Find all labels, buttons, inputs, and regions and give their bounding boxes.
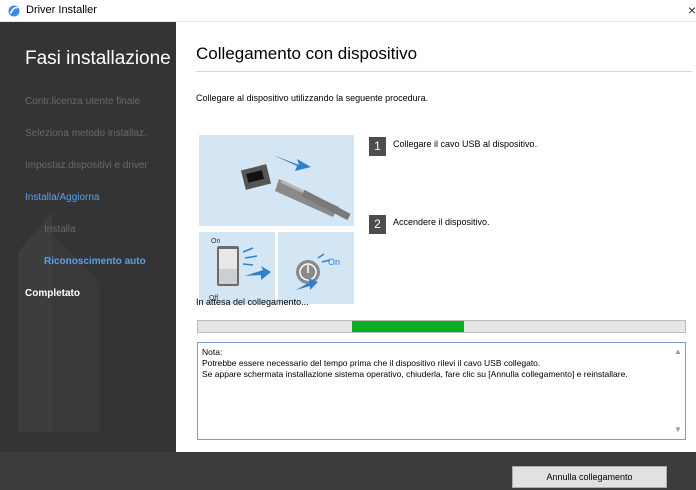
step-badge-1: 1 bbox=[369, 137, 386, 156]
window-title: Driver Installer bbox=[26, 4, 97, 16]
title-divider bbox=[196, 71, 692, 72]
scroll-up-icon[interactable]: ▲ bbox=[671, 345, 685, 359]
connection-progress-bar bbox=[197, 320, 686, 333]
note-text: Nota: Potrebbe essere necessario del tem… bbox=[202, 347, 667, 380]
cancel-connection-button[interactable]: Annulla collegamento bbox=[512, 466, 667, 488]
note-line-1: Potrebbe essere necessario del tempo pri… bbox=[202, 358, 541, 368]
sidebar-step-license: Contr.licenza utente finale bbox=[25, 96, 141, 107]
driver-installer-icon bbox=[8, 5, 20, 17]
close-icon[interactable]: × bbox=[682, 0, 696, 22]
usb-cable-illustration bbox=[199, 135, 354, 226]
intro-text: Collegare al dispositivo utilizzando la … bbox=[196, 93, 429, 103]
sidebar-heading: Fasi installazione bbox=[25, 48, 171, 69]
note-textarea[interactable]: Nota: Potrebbe essere necessario del tem… bbox=[197, 342, 686, 440]
step-badge-2: 2 bbox=[369, 215, 386, 234]
step-text-1: Collegare il cavo USB al dispositivo. bbox=[393, 139, 538, 149]
sidebar-step-install-update: Installa/Aggiorna bbox=[25, 192, 100, 203]
sidebar-step-completed: Completato bbox=[25, 288, 80, 299]
sidebar-step-method: Seleziona metodo installaz. bbox=[25, 128, 147, 139]
power-button-illustration: On bbox=[278, 232, 354, 304]
note-line-heading: Nota: bbox=[202, 347, 223, 357]
note-line-2: Se appare schermata installazione sistem… bbox=[202, 369, 628, 379]
title-bar: Driver Installer × bbox=[0, 0, 696, 22]
sidebar-step-auto-recognition: Riconoscimento auto bbox=[44, 256, 146, 267]
step-text-2: Accendere il dispositivo. bbox=[393, 217, 490, 227]
sidebar-step-settings: Impostaz.dispositivi e driver bbox=[25, 160, 148, 171]
progress-fill bbox=[352, 321, 464, 332]
switch-on-label: On bbox=[211, 238, 220, 245]
waiting-status: In attesa del collegamento... bbox=[196, 297, 309, 307]
sidebar: Fasi installazione Contr.licenza utente … bbox=[0, 22, 176, 452]
footer-bar: Annulla collegamento bbox=[0, 452, 696, 490]
sidebar-decoration bbox=[18, 212, 100, 432]
power-switch-illustration: On Off bbox=[199, 232, 275, 304]
page-title: Collegamento con dispositivo bbox=[196, 44, 418, 63]
main-panel: Collegamento con dispositivo Collegare a… bbox=[176, 22, 696, 452]
scroll-down-icon[interactable]: ▼ bbox=[671, 423, 685, 437]
note-scrollbar[interactable]: ▲ ▼ bbox=[671, 343, 685, 439]
power-on-label: On bbox=[328, 257, 340, 267]
sidebar-step-install: Installa bbox=[44, 224, 76, 235]
